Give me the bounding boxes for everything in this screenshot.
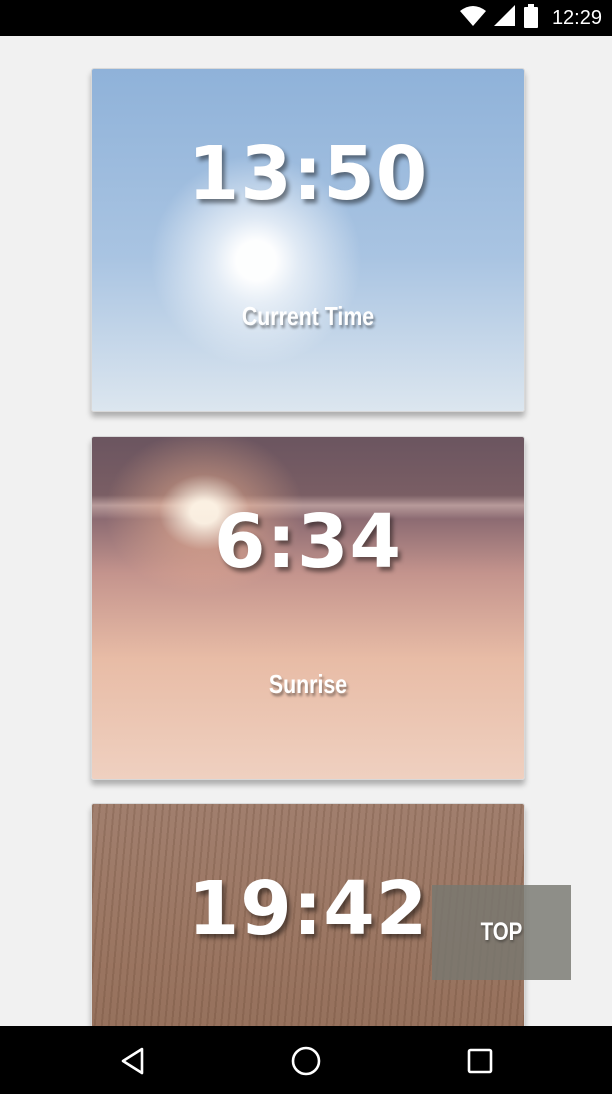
lake-sunrise-image [92,437,524,779]
cellular-signal-icon [493,5,516,31]
battery-icon [523,4,538,32]
home-icon[interactable] [288,1043,324,1079]
back-icon[interactable] [115,1043,151,1079]
card-time: 6:34 [213,499,403,585]
card-time: 13:50 [187,131,429,217]
recents-icon[interactable] [462,1043,498,1079]
status-bar: 12:29 [0,0,612,36]
card-label: Sunrise [268,669,348,699]
status-time: 12:29 [551,6,602,29]
scroll-to-top-button[interactable]: TOP [432,885,571,980]
status-icons: 12:29 [459,0,602,36]
current-time-card[interactable]: 13:50 Current Time [91,68,525,412]
top-button-label: TOP [480,918,523,946]
wifi-icon [459,5,486,31]
card-label: Current Time [241,301,375,331]
sunrise-card[interactable]: 6:34 Sunrise [91,436,525,780]
navigation-bar [0,1026,612,1094]
sunny-sky-image [92,69,524,411]
time-card-list[interactable]: 13:50 Current Time 6:34 Sunrise 19:42 [0,36,612,1026]
